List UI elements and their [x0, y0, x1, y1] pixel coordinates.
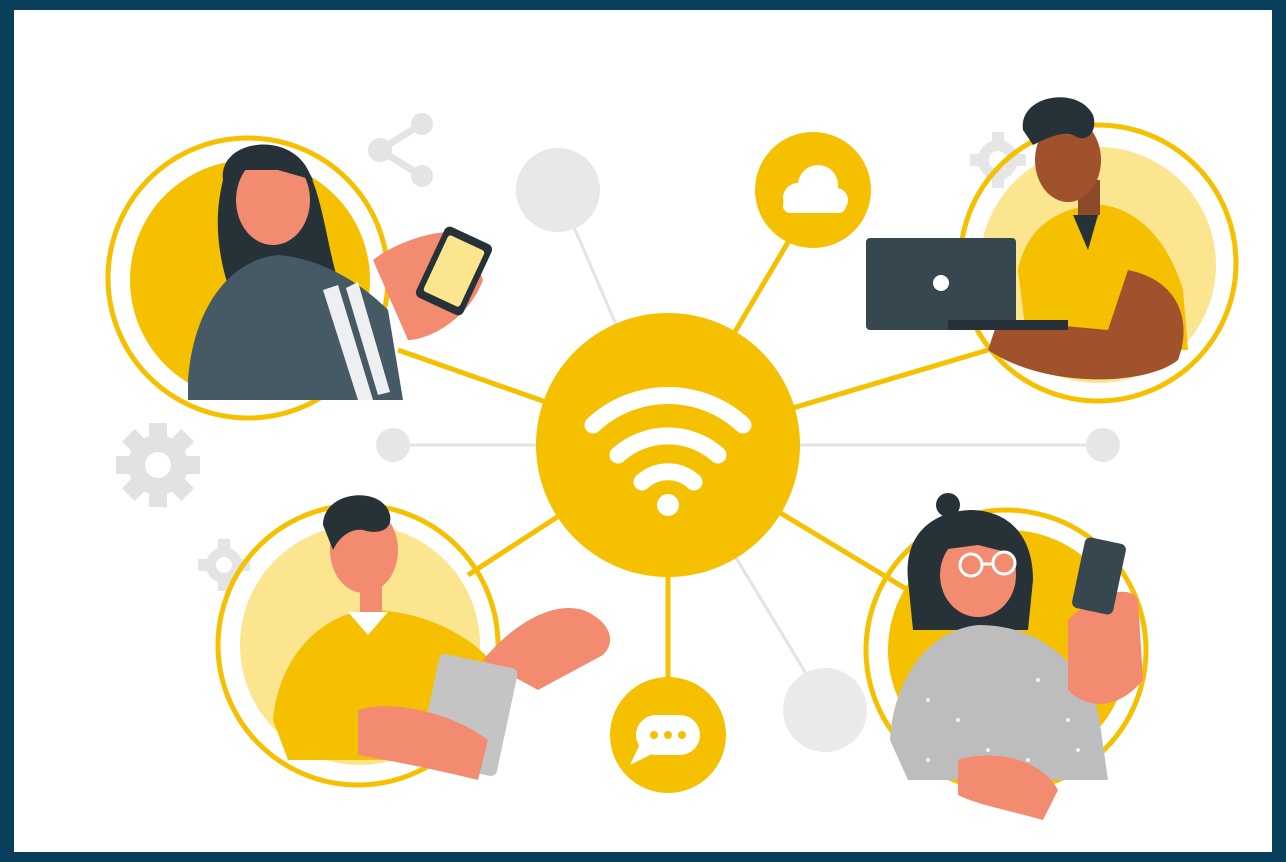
- person-man-with-laptop: [866, 97, 1239, 404]
- deco-dot: [516, 148, 600, 232]
- illustration-frame: [0, 0, 1286, 862]
- person-woman-with-glasses: [863, 493, 1149, 820]
- deco-dot: [376, 428, 410, 462]
- gear-icon: [116, 423, 200, 507]
- person-man-with-tablet: [215, 495, 611, 788]
- chat-node: [610, 677, 726, 793]
- network-illustration: [105, 97, 1239, 820]
- share-icon: [368, 113, 433, 187]
- deco-dot: [1086, 428, 1120, 462]
- wifi-hub: [536, 313, 800, 577]
- deco-dot: [783, 668, 867, 752]
- person-woman-with-phone: [105, 135, 493, 421]
- cloud-node: [755, 132, 871, 248]
